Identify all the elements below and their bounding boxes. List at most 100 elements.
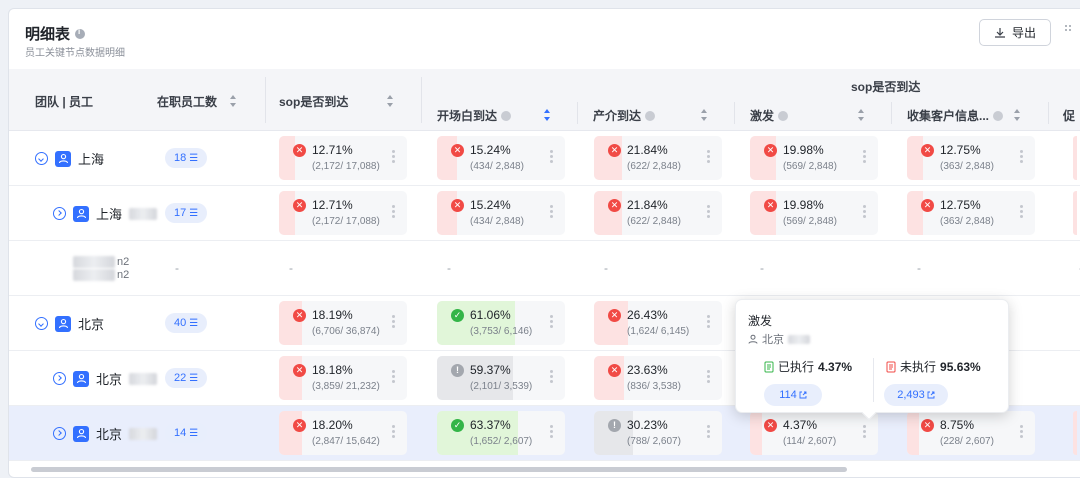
table-row[interactable]: n2n2------- bbox=[9, 241, 1080, 296]
metric-cell[interactable]: ✕ 18.18% (3,859/ 21,232) bbox=[279, 356, 407, 400]
metric-cell[interactable]: ✕ 4.37% (114/ 2,607) bbox=[750, 411, 878, 455]
col-opening[interactable]: 开场白到达 bbox=[437, 107, 512, 124]
expand-icon[interactable] bbox=[53, 207, 66, 220]
metric-cell[interactable]: ! 59.37% (2,101/ 3,539) bbox=[437, 356, 565, 400]
external-link-icon bbox=[927, 391, 935, 399]
employee-count-pill[interactable]: 17 ☰ bbox=[165, 203, 208, 223]
metric-cell[interactable]: ✕ 15.24% (434/ 2,848) bbox=[437, 136, 565, 180]
metric-cell[interactable]: ✕ 19.98% (569/ 2,848) bbox=[750, 136, 878, 180]
metric-cell[interactable]: ✕ 18.20% (2,847/ 15,642) bbox=[279, 411, 407, 455]
col-motivate[interactable]: 激发 bbox=[750, 107, 789, 124]
more-vertical-icon[interactable] bbox=[1020, 205, 1023, 219]
metric-cell[interactable]: ✕ 21.84% (622/ 2,848) bbox=[594, 136, 722, 180]
metric-cell[interactable]: ✕ 26.43% (1,624/ 6,145) bbox=[594, 301, 722, 345]
more-vertical-icon[interactable] bbox=[863, 205, 866, 219]
help-icon[interactable] bbox=[501, 110, 512, 121]
more-vertical-icon[interactable] bbox=[392, 425, 395, 439]
sort-icon[interactable] bbox=[857, 109, 865, 121]
help-icon[interactable] bbox=[993, 110, 1004, 121]
more-vertical-icon[interactable] bbox=[550, 425, 553, 439]
sort-icon[interactable] bbox=[386, 95, 394, 107]
col-collect[interactable]: 收集客户信息... bbox=[907, 107, 1004, 124]
metric-percent: 19.98% bbox=[783, 198, 824, 212]
help-icon[interactable] bbox=[645, 110, 656, 121]
tooltip-title: 激发 bbox=[748, 314, 773, 328]
export-button[interactable]: 导出 bbox=[979, 19, 1051, 46]
more-vertical-icon[interactable] bbox=[550, 370, 553, 384]
more-vertical-icon[interactable] bbox=[392, 205, 395, 219]
expand-icon[interactable] bbox=[53, 372, 66, 385]
progress-fill bbox=[750, 411, 762, 455]
help-icon[interactable] bbox=[778, 110, 789, 121]
metric-cell[interactable]: ✕ 12.71% (2,172/ 17,088) bbox=[279, 136, 407, 180]
more-vertical-icon[interactable] bbox=[707, 315, 710, 329]
metric-cell[interactable]: ✕ 12.75% (363/ 2,848) bbox=[907, 191, 1035, 235]
expand-icon[interactable] bbox=[35, 152, 48, 165]
employee-count-pill[interactable]: 22 ☰ bbox=[165, 368, 208, 388]
card-title: 明细表 bbox=[25, 23, 86, 44]
metric-cell[interactable]: ✕ 18.19% (6,706/ 36,874) bbox=[279, 301, 407, 345]
more-vertical-icon[interactable] bbox=[392, 150, 395, 164]
col-employees[interactable]: 在职员工数 bbox=[157, 93, 217, 110]
employee-count-pill[interactable]: 40 ☰ bbox=[165, 313, 208, 333]
team-cell: 北京 bbox=[35, 296, 104, 351]
expand-icon[interactable] bbox=[35, 317, 48, 330]
metric-cell[interactable]: ✕ 8.75% (228/ 2,607) bbox=[907, 411, 1035, 455]
metric-cell[interactable]: ✕ 12.75% (363/ 2,848) bbox=[907, 136, 1035, 180]
metric-fraction: (3,753/ 6,146) bbox=[470, 326, 533, 337]
metric-percent: 12.75% bbox=[940, 143, 981, 157]
sort-icon[interactable] bbox=[543, 109, 551, 121]
sort-icon[interactable] bbox=[1013, 109, 1021, 121]
x-circle-icon: ✕ bbox=[293, 144, 306, 157]
metric-cell[interactable]: ✕ 12.71% (2,172/ 17,088) bbox=[279, 191, 407, 235]
more-vertical-icon[interactable] bbox=[863, 425, 866, 439]
group-icon bbox=[55, 150, 71, 167]
x-circle-icon: ✕ bbox=[293, 419, 306, 432]
x-circle-icon: ✕ bbox=[764, 144, 777, 157]
more-vertical-icon[interactable] bbox=[392, 370, 395, 384]
more-vertical-icon[interactable] bbox=[707, 370, 710, 384]
col-product[interactable]: 产介到达 bbox=[593, 107, 656, 124]
table-row[interactable]: 上海 17 ☰ ✕ 12.71% (2,172/ 17,088) ✕ 15.24% (434/ … bbox=[9, 186, 1080, 241]
more-vertical-icon[interactable] bbox=[550, 315, 553, 329]
more-vertical-icon[interactable] bbox=[1020, 150, 1023, 164]
metric-cell[interactable]: ✓ 61.06% (3,753/ 6,146) bbox=[437, 301, 565, 345]
metric-cell[interactable]: ✕ 21.84% (622/ 2,848) bbox=[594, 191, 722, 235]
metric-cell[interactable]: ✕ 15.24% (434/ 2,848) bbox=[437, 191, 565, 235]
drag-handle-icon[interactable] bbox=[1063, 23, 1073, 39]
more-vertical-icon[interactable] bbox=[707, 205, 710, 219]
sort-icon[interactable] bbox=[700, 109, 708, 121]
table-row[interactable]: 上海 18 ☰ ✕ 12.71% (2,172/ 17,088) ✕ 15.24% (434/ … bbox=[9, 131, 1080, 186]
progress-fill bbox=[279, 356, 302, 400]
done-count-link[interactable]: 114 bbox=[764, 384, 822, 406]
metric-cell[interactable]: ✓ 63.37% (1,652/ 2,607) bbox=[437, 411, 565, 455]
info-icon[interactable] bbox=[75, 27, 86, 39]
employee-count-pill[interactable]: 18 ☰ bbox=[165, 148, 208, 168]
col-sop-arrival[interactable]: sop是否到达 bbox=[279, 93, 348, 110]
metric-cell[interactable]: ✕ 23.63% (836/ 3,538) bbox=[594, 356, 722, 400]
more-vertical-icon[interactable] bbox=[550, 205, 553, 219]
progress-fill bbox=[437, 136, 457, 180]
metric-percent: 21.84% bbox=[627, 198, 668, 212]
group-icon bbox=[73, 425, 89, 442]
x-circle-icon: ✕ bbox=[608, 144, 621, 157]
empty-value: - bbox=[175, 261, 179, 275]
metric-cell[interactable]: ! 30.23% (788/ 2,607) bbox=[594, 411, 722, 455]
metric-cell[interactable]: ✕ 19.98% (569/ 2,848) bbox=[750, 191, 878, 235]
metric-percent: 23.63% bbox=[627, 363, 668, 377]
team-name: 上海 bbox=[96, 207, 123, 222]
more-vertical-icon[interactable] bbox=[707, 425, 710, 439]
more-vertical-icon[interactable] bbox=[392, 315, 395, 329]
employee-count-pill[interactable]: 14 ☰ bbox=[165, 423, 208, 443]
table-row[interactable]: 北京 14 ☰ ✕ 18.20% (2,847/ 15,642) ✓ 63.37% (1,652… bbox=[9, 406, 1080, 461]
undone-count-link[interactable]: 2,493 bbox=[884, 384, 948, 406]
tooltip-done: 已执行 4.37% bbox=[764, 358, 852, 375]
more-vertical-icon[interactable] bbox=[863, 150, 866, 164]
column-divider bbox=[265, 77, 266, 123]
more-vertical-icon[interactable] bbox=[550, 150, 553, 164]
more-vertical-icon[interactable] bbox=[1020, 425, 1023, 439]
more-vertical-icon[interactable] bbox=[707, 150, 710, 164]
metric-fraction: (2,172/ 17,088) bbox=[312, 161, 380, 172]
sort-icon[interactable] bbox=[229, 95, 237, 107]
expand-icon[interactable] bbox=[53, 427, 66, 440]
